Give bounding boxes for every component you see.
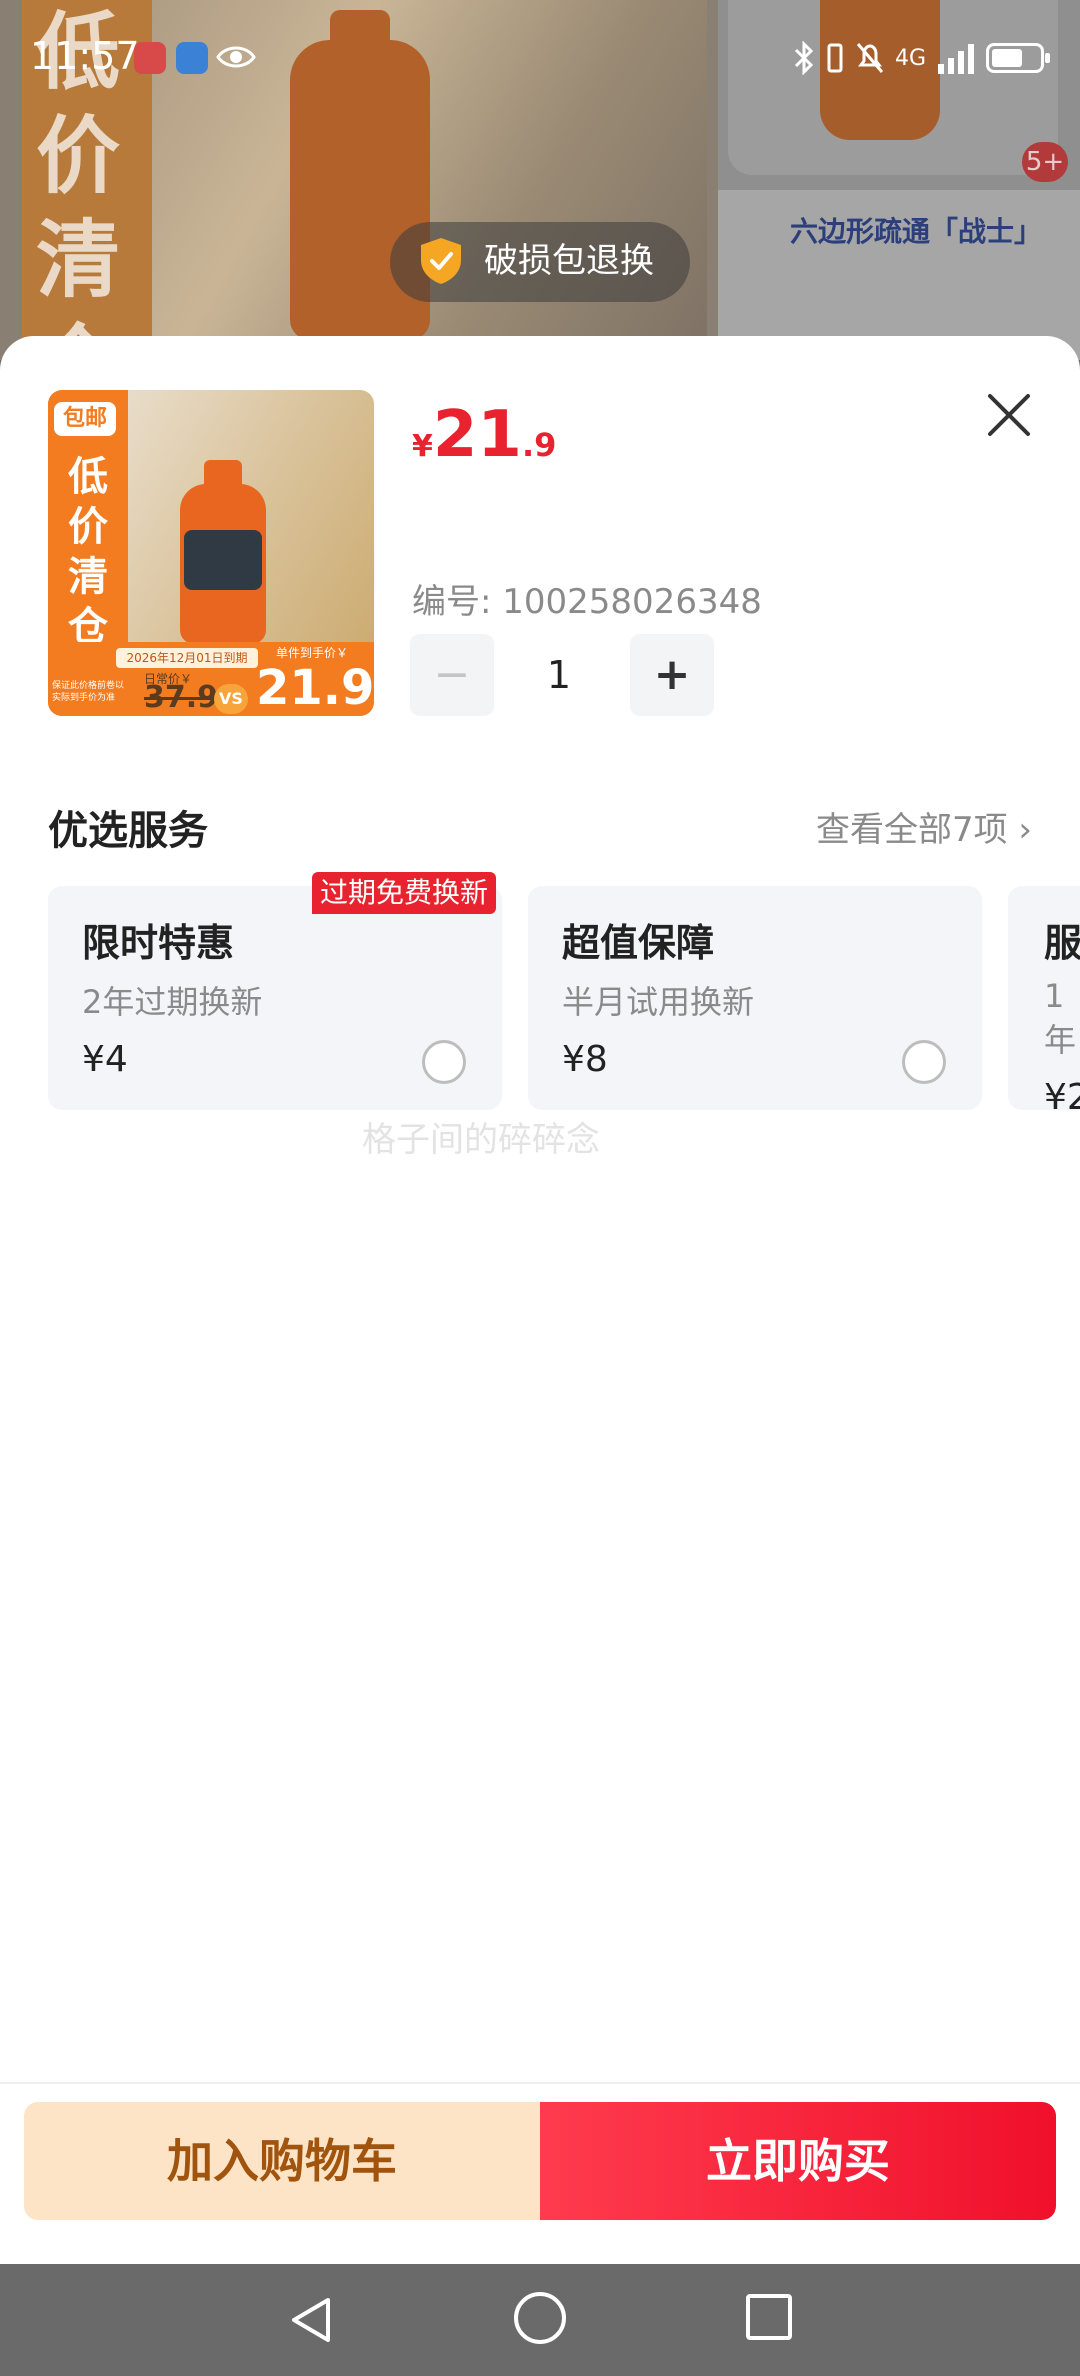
vibrate-icon — [827, 43, 843, 73]
battery-icon — [986, 43, 1050, 73]
background-right-title: 六边形疏通「战士」 — [790, 215, 1043, 248]
status-bar: 11:57 4G — [0, 0, 1080, 118]
back-icon[interactable] — [284, 2292, 340, 2348]
service-price: ¥8 — [562, 1039, 608, 1080]
recents-icon[interactable] — [746, 2294, 792, 2340]
service-card[interactable]: 超值保障 半月试用换新 ¥8 — [528, 886, 982, 1110]
product-thumbnail[interactable]: 包邮 低价清仓 保证此价格前卷以实际到手价为准 2026年12月01日到期 日常… — [48, 390, 374, 716]
daily-price: 37.9 — [144, 680, 219, 715]
bottle-label — [184, 530, 262, 590]
service-radio[interactable] — [902, 1040, 946, 1084]
vs-badge: VS — [214, 684, 248, 714]
close-icon[interactable] — [984, 390, 1034, 440]
service-subtitle: 半月试用换新 — [562, 983, 755, 1021]
service-price: ¥2 — [1044, 1077, 1080, 1110]
add-to-cart-button[interactable]: 加入购物车 — [24, 2102, 540, 2220]
status-right-icons: 4G — [793, 38, 1050, 78]
buy-now-button[interactable]: 立即购买 — [540, 2102, 1056, 2220]
view-all-services-link[interactable]: 查看全部7项 › — [816, 802, 1032, 851]
sale-price: 21.9 — [256, 660, 374, 716]
service-subtitle: 2年过期换新 — [82, 983, 263, 1021]
service-price: ¥4 — [82, 1039, 128, 1080]
guarantee-pill-text: 破损包退换 — [484, 241, 654, 281]
cart-count-badge: 5+ — [1022, 142, 1068, 182]
bell-off-icon — [856, 43, 884, 73]
watermark: 格子间的碎碎念 — [362, 1120, 600, 1160]
service-radio[interactable] — [422, 1040, 466, 1084]
quantity-value[interactable]: 1 — [494, 634, 624, 716]
eye-icon — [216, 46, 256, 68]
quantity-decrease-button[interactable]: − — [410, 634, 494, 716]
quantity-increase-button[interactable]: + — [630, 634, 714, 716]
service-title: 服 — [1044, 921, 1080, 965]
services-title: 优选服务 — [48, 808, 208, 854]
message-notification-icon — [176, 42, 208, 74]
network-type: 4G — [894, 45, 926, 71]
product-price: ¥21.9 — [412, 398, 556, 472]
service-subtitle: 1年 — [1044, 977, 1077, 1059]
clearance-text: 低价清仓 — [68, 454, 108, 650]
expiry-date: 2026年12月01日到期 — [116, 648, 258, 668]
free-shipping-tag: 包邮 — [54, 402, 116, 436]
thumbnail-note: 保证此价格前卷以实际到手价为准 — [52, 681, 125, 703]
price-integer: 21 — [432, 398, 522, 472]
shield-check-icon — [421, 238, 461, 284]
bluetooth-icon — [794, 41, 814, 75]
action-divider — [0, 2082, 1080, 2084]
signal-icon — [938, 44, 974, 74]
service-card[interactable]: 限时特惠 2年过期换新 ¥4 — [48, 886, 502, 1110]
product-code: 编号: 100258026348 — [412, 582, 762, 622]
home-icon[interactable] — [514, 2292, 566, 2344]
service-card[interactable]: 服 1年 ¥2 — [1008, 886, 1080, 1110]
currency-symbol: ¥ — [412, 429, 433, 464]
price-decimal: .9 — [521, 426, 557, 464]
service-promo-tag: 过期免费换新 — [312, 872, 497, 914]
status-time: 11:57 — [30, 34, 140, 78]
service-title: 限时特惠 — [82, 921, 235, 965]
service-title: 超值保障 — [562, 921, 715, 965]
app-notification-icon — [134, 42, 166, 74]
